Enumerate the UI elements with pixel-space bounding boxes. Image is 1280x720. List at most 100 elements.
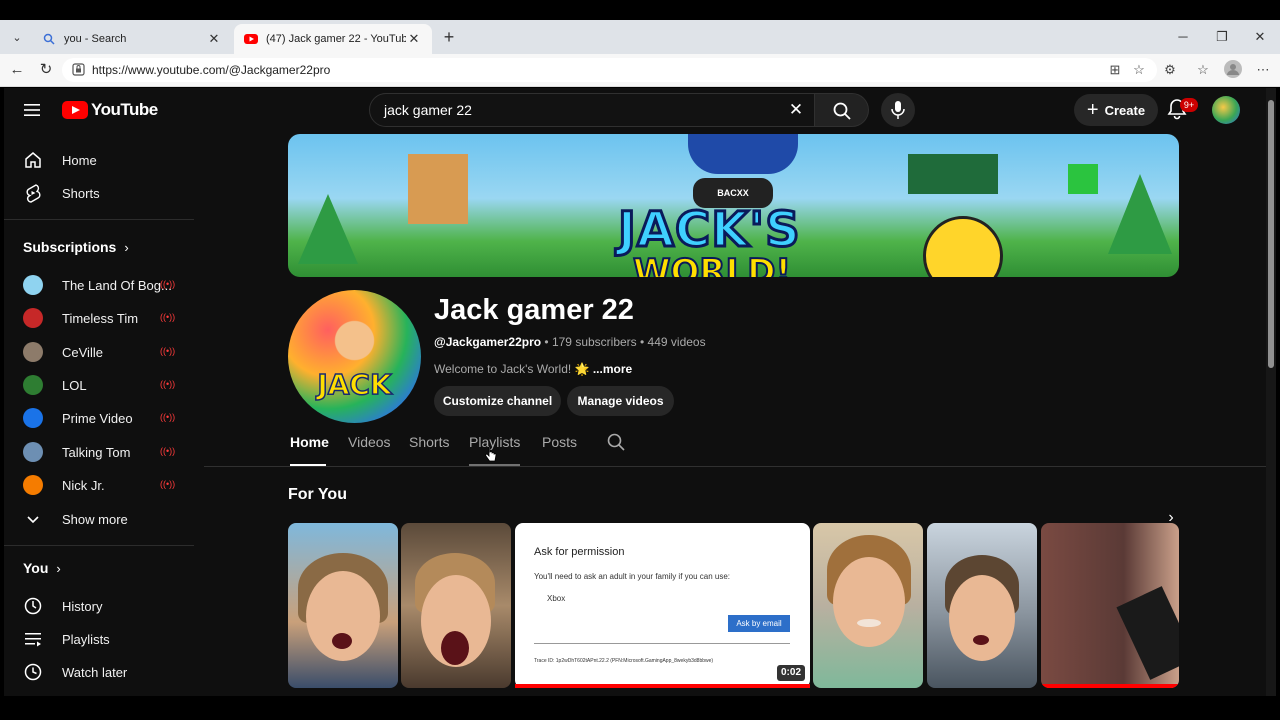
sidebar-item-subscription[interactable]: Talking Tom ((•)) bbox=[4, 435, 194, 469]
permission-title: Ask for permission bbox=[534, 546, 625, 558]
page-scrollbar[interactable] bbox=[1266, 88, 1276, 696]
channel-description[interactable]: Welcome to Jack's World! 🌟 ...more bbox=[434, 362, 632, 376]
banner-block bbox=[1068, 164, 1098, 194]
subscriptions-heading[interactable]: Subscriptions › bbox=[23, 239, 129, 255]
video-thumbnail[interactable] bbox=[1041, 523, 1179, 688]
video-thumbnail[interactable] bbox=[401, 523, 511, 688]
sidebar-item-watch-later[interactable]: Watch later bbox=[4, 655, 194, 689]
youtube-logo-icon bbox=[62, 101, 88, 119]
watch-progress-bar bbox=[515, 684, 810, 688]
minimize-button[interactable]: ─ bbox=[1168, 26, 1198, 48]
tab-videos[interactable]: Videos bbox=[348, 434, 391, 466]
channel-meta: @Jackgamer22pro • 179 subscribers • 449 … bbox=[434, 335, 706, 349]
favorites-icon[interactable]: ☆ bbox=[1193, 60, 1213, 80]
sidebar-item-subscription[interactable]: Prime Video ((•)) bbox=[4, 401, 194, 435]
banner-tree bbox=[298, 194, 358, 264]
video-thumbnail[interactable] bbox=[927, 523, 1037, 688]
description-text: Welcome to Jack's World! 🌟 bbox=[434, 362, 593, 376]
manage-videos-button[interactable]: Manage videos bbox=[567, 386, 674, 416]
show-more-label: Show more bbox=[62, 511, 128, 527]
new-tab-button[interactable]: + bbox=[438, 26, 460, 48]
shorts-icon bbox=[22, 182, 44, 204]
voice-search-button[interactable] bbox=[881, 93, 915, 127]
sidebar-item-subscription[interactable]: Timeless Tim ((•)) bbox=[4, 301, 194, 335]
channel-avatar bbox=[22, 307, 44, 329]
search-input[interactable]: jack gamer 22 ✕ bbox=[369, 93, 815, 127]
banner-smiley bbox=[923, 216, 1003, 277]
youtube-header: YouTube jack gamer 22 ✕ + Create 9+ bbox=[4, 88, 1266, 132]
close-window-button[interactable]: ✕ bbox=[1245, 26, 1275, 48]
sidebar-item-subscription[interactable]: Nick Jr. ((•)) bbox=[4, 468, 194, 502]
sidebar-item-label: Talking Tom bbox=[62, 444, 131, 460]
app-available-icon[interactable]: ⊞ bbox=[1105, 60, 1125, 80]
channel-avatar bbox=[22, 274, 44, 296]
account-avatar[interactable] bbox=[1212, 96, 1240, 124]
next-arrow-button[interactable]: › bbox=[1158, 505, 1184, 531]
channel-avatar[interactable]: JACK bbox=[288, 290, 421, 423]
url-text: https://www.youtube.com/@Jackgamer22pro bbox=[92, 63, 331, 77]
youtube-logo[interactable]: YouTube bbox=[62, 100, 158, 120]
video-thumbnail[interactable] bbox=[288, 523, 398, 688]
reload-button[interactable]: ↻ bbox=[35, 59, 57, 81]
clear-search-icon[interactable]: ✕ bbox=[786, 100, 806, 120]
menu-icon[interactable] bbox=[22, 100, 42, 120]
create-button[interactable]: + Create bbox=[1074, 94, 1158, 126]
logo-text: YouTube bbox=[91, 100, 158, 119]
channel-avatar bbox=[22, 374, 44, 396]
thumbnail-figure bbox=[332, 633, 352, 649]
restore-button[interactable]: ❐ bbox=[1207, 26, 1237, 48]
channel-search-icon[interactable] bbox=[606, 432, 628, 454]
search-icon bbox=[833, 102, 851, 120]
live-indicator-icon: ((•)) bbox=[160, 312, 176, 322]
youtube-page: YouTube jack gamer 22 ✕ + Create 9+ Home bbox=[4, 88, 1266, 696]
thumbnail-figure bbox=[441, 631, 469, 665]
you-heading[interactable]: You › bbox=[23, 560, 61, 576]
sidebar-divider bbox=[4, 545, 194, 546]
scrollbar-thumb[interactable] bbox=[1268, 100, 1274, 368]
search-button[interactable] bbox=[815, 93, 869, 127]
close-tab-icon[interactable]: ✕ bbox=[206, 31, 222, 47]
favorite-star-icon[interactable]: ☆ bbox=[1129, 60, 1149, 80]
url-field[interactable]: https://www.youtube.com/@Jackgamer22pro bbox=[62, 58, 1157, 82]
tab-shorts[interactable]: Shorts bbox=[409, 434, 449, 466]
youtube-icon bbox=[244, 32, 258, 46]
permission-video-thumbnail[interactable]: Ask for permission You'll need to ask an… bbox=[515, 523, 810, 688]
sidebar: Home Shorts Subscriptions › The Land Of … bbox=[4, 132, 194, 696]
browser-tab-youtube[interactable]: (47) Jack gamer 22 - YouTube ✕ bbox=[234, 24, 432, 54]
profile-icon[interactable] bbox=[1223, 60, 1243, 80]
sidebar-item-subscription[interactable]: LOL ((•)) bbox=[4, 368, 194, 402]
search-query: jack gamer 22 bbox=[384, 102, 472, 118]
channel-name: Jack gamer 22 bbox=[434, 294, 634, 326]
home-icon bbox=[22, 149, 44, 171]
sidebar-item-label: Playlists bbox=[62, 631, 110, 647]
search-icon bbox=[42, 32, 56, 46]
more-menu-icon[interactable]: ⋯ bbox=[1253, 60, 1273, 80]
chevron-right-icon: › bbox=[56, 560, 61, 576]
video-thumbnail[interactable] bbox=[813, 523, 923, 688]
browser-tab-search[interactable]: you - Search ✕ bbox=[32, 24, 232, 54]
close-tab-icon[interactable]: ✕ bbox=[406, 31, 422, 47]
channel-avatar bbox=[22, 407, 44, 429]
sidebar-item-playlists[interactable]: Playlists bbox=[4, 622, 194, 656]
customize-channel-button[interactable]: Customize channel bbox=[434, 386, 561, 416]
show-more-button[interactable]: Show more bbox=[4, 502, 194, 536]
description-more-link[interactable]: ...more bbox=[593, 362, 632, 376]
watch-progress-bar bbox=[1041, 684, 1179, 688]
sidebar-item-home[interactable]: Home bbox=[4, 143, 194, 177]
address-bar-row: ← ↻ https://www.youtube.com/@Jackgamer22… bbox=[0, 54, 1280, 87]
live-indicator-icon: ((•)) bbox=[160, 446, 176, 456]
sidebar-item-subscription[interactable]: The Land Of Bog... ((•)) bbox=[4, 268, 194, 302]
back-button[interactable]: ← bbox=[6, 59, 28, 81]
extensions-icon[interactable]: ⚙ bbox=[1160, 60, 1180, 80]
sidebar-item-subscription[interactable]: CeVille ((•)) bbox=[4, 335, 194, 369]
banner-tree bbox=[1108, 174, 1172, 254]
thumbnail-keyboard bbox=[1116, 586, 1179, 680]
tab-home[interactable]: Home bbox=[290, 434, 329, 466]
tab-posts[interactable]: Posts bbox=[542, 434, 577, 466]
sidebar-item-shorts[interactable]: Shorts bbox=[4, 176, 194, 210]
playlists-icon bbox=[22, 628, 44, 650]
tab-actions-menu-button[interactable]: ⌄ bbox=[6, 27, 28, 49]
site-info-icon[interactable] bbox=[72, 63, 86, 77]
channel-stats: • 179 subscribers • 449 videos bbox=[541, 335, 706, 349]
sidebar-item-history[interactable]: History bbox=[4, 589, 194, 623]
